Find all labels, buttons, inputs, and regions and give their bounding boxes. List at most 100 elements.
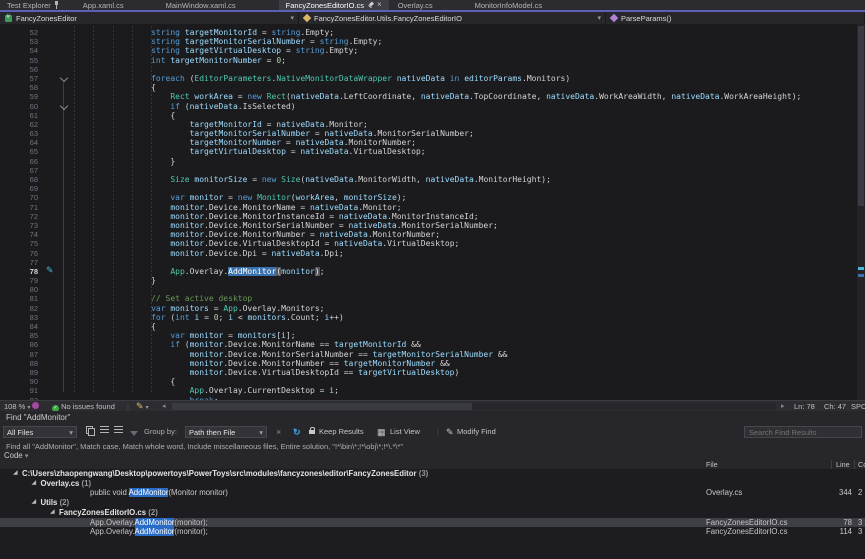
code-line[interactable]: 63 targetMonitorSerialNumber = nativeDat… <box>0 129 857 138</box>
code-line[interactable]: 87 monitor.Device.MonitorSerialNumber ==… <box>0 350 857 359</box>
code-line[interactable]: 77 <box>0 258 857 267</box>
member-dropdown[interactable]: ParseParams() <box>606 12 865 24</box>
code-text: targetVirtualDesktop = nativeData.Virtua… <box>74 147 426 156</box>
code-line[interactable]: 52 string targetMonitorId = string.Empty… <box>0 28 857 37</box>
keep-results-toggle[interactable] <box>308 426 316 438</box>
type-dropdown[interactable]: FancyZonesEditor.Utils.FancyZonesEditorI… <box>299 12 606 24</box>
list-view-label[interactable]: List View <box>390 426 420 438</box>
tree-expand-icon[interactable]: ◢ <box>32 498 37 508</box>
result-group-row[interactable]: ◢Overlay.cs (1) <box>0 479 865 489</box>
health-indicator[interactable]: ✓ No issues found <box>52 402 115 411</box>
line-number: 65 <box>0 147 38 156</box>
project-dropdown[interactable]: FancyZonesEditor ▾ <box>0 12 299 24</box>
status-indicator-icon[interactable] <box>32 402 39 411</box>
code-line[interactable]: 71 monitor.Device.MonitorName = nativeDa… <box>0 203 857 212</box>
modify-find-label[interactable]: Modify Find <box>457 426 496 438</box>
code-line[interactable]: 58 { <box>0 83 857 92</box>
search-find-results-input[interactable] <box>744 426 862 438</box>
find-result-row[interactable]: App.Overlay.AddMonitor(monitor);FancyZon… <box>0 518 865 528</box>
code-line[interactable]: 69 <box>0 184 857 193</box>
code-line[interactable]: 53 string targetMonitorSerialNumber = st… <box>0 37 857 46</box>
column-divider[interactable] <box>831 460 832 469</box>
find-result-row[interactable]: App.Overlay.AddMonitor(monitor);FancyZon… <box>0 527 865 537</box>
column-header-line[interactable]: Line <box>836 460 850 469</box>
group-by-dropdown[interactable]: ▾Path then File <box>185 426 267 438</box>
scope-dropdown[interactable]: ▾All Files <box>3 426 77 438</box>
code-line[interactable]: 56 <box>0 65 857 74</box>
code-line[interactable]: 73 monitor.Device.MonitorSerialNumber = … <box>0 221 857 230</box>
scroll-right-arrow[interactable]: ▸ <box>781 402 785 411</box>
column-divider[interactable] <box>854 460 855 469</box>
pin-icon[interactable] <box>367 2 374 9</box>
code-line[interactable]: 78 App.Overlay.AddMonitor(monitor); <box>0 267 857 276</box>
result-group-row[interactable]: ◢C:\Users\zhaopengwang\Desktop\powertoys… <box>0 469 865 479</box>
code-line[interactable]: 65 targetVirtualDesktop = nativeData.Vir… <box>0 147 857 156</box>
edit-marker-icon[interactable]: ✎ <box>46 266 54 275</box>
code-line[interactable]: 67 <box>0 166 857 175</box>
code-line[interactable]: 55 int targetMonitorNumber = 0; <box>0 56 857 65</box>
horizontal-scrollbar[interactable] <box>172 403 776 410</box>
tab-app-xaml-cs[interactable]: App.xaml.cs <box>76 0 131 10</box>
pin-icon[interactable] <box>54 1 59 9</box>
code-line[interactable]: 61 { <box>0 111 857 120</box>
list-view-button[interactable]: ▦ <box>377 426 386 438</box>
code-line[interactable]: 81 // Set active desktop <box>0 294 857 303</box>
code-line[interactable]: 90 { <box>0 377 857 386</box>
code-cleanup-button[interactable]: ✎ ▾ <box>136 402 149 411</box>
code-line[interactable]: 54 string targetVirtualDesktop = string.… <box>0 46 857 55</box>
code-line[interactable]: 60 if (nativeData.IsSelected) <box>0 102 857 111</box>
code-line[interactable]: 89 monitor.Device.VirtualDesktopId == ta… <box>0 368 857 377</box>
column-header-col[interactable]: Col <box>858 460 865 469</box>
code-line[interactable]: 80 <box>0 285 857 294</box>
code-line[interactable]: 86 if (monitor.Device.MonitorName == tar… <box>0 340 857 349</box>
result-group-row[interactable]: ◢Utils (2) <box>0 498 865 508</box>
tab-overlay-cs[interactable]: Overlay.cs <box>391 0 440 10</box>
scrollbar-thumb[interactable] <box>172 403 472 410</box>
code-line[interactable]: 57 foreach (EditorParameters.NativeMonit… <box>0 74 857 83</box>
modify-find-button[interactable]: ✎ <box>446 426 454 438</box>
tree-expand-icon[interactable]: ◢ <box>50 508 55 518</box>
keep-results-label[interactable]: Keep Results <box>319 426 364 438</box>
code-line[interactable]: 59 Rect workArea = new Rect(nativeData.L… <box>0 92 857 101</box>
code-line[interactable]: 62 targetMonitorId = nativeData.Monitor; <box>0 120 857 129</box>
code-line[interactable]: 64 targetMonitorNumber = nativeData.Moni… <box>0 138 857 147</box>
vertical-scrollbar[interactable] <box>857 24 865 400</box>
code-line[interactable]: 85 var monitor = monitors[i]; <box>0 331 857 340</box>
code-line[interactable]: 72 monitor.Device.MonitorInstanceId = na… <box>0 212 857 221</box>
scroll-left-arrow[interactable]: ◂ <box>162 402 166 411</box>
tab-fancyzoneseditorio-cs[interactable]: FancyZonesEditorIO.cs× <box>279 0 389 10</box>
code-editor[interactable]: 52 string targetMonitorId = string.Empty… <box>0 24 865 400</box>
code-line[interactable]: 84 { <box>0 322 857 331</box>
code-line[interactable]: 83 for (int i = 0; i < monitors.Count; i… <box>0 313 857 322</box>
result-group-row[interactable]: ◢FancyZonesEditorIO.cs (2) <box>0 508 865 518</box>
column-header-file[interactable]: File <box>706 460 718 469</box>
code-line[interactable]: 66 } <box>0 157 857 166</box>
filter-button[interactable] <box>130 428 138 440</box>
code-line[interactable]: 68 Size monitorSize = new Size(nativeDat… <box>0 175 857 184</box>
code-line[interactable]: 79 } <box>0 276 857 285</box>
zoom-control[interactable]: 108 % ▾ <box>4 402 30 411</box>
code-line[interactable]: 91 App.Overlay.CurrentDesktop = i; <box>0 386 857 395</box>
code-group-header[interactable]: Code ▾ <box>4 451 28 460</box>
expand-all-button[interactable] <box>114 426 123 438</box>
tree-expand-icon[interactable]: ◢ <box>13 469 18 479</box>
copy-results-button[interactable] <box>86 426 94 438</box>
tab-test-explorer[interactable]: Test Explorer <box>0 0 66 10</box>
result-line: 344 <box>828 488 852 498</box>
line-number: 53 <box>0 37 38 46</box>
collapse-all-button[interactable] <box>100 426 109 438</box>
scrollbar-thumb[interactable] <box>858 26 864 206</box>
clear-results-button[interactable]: × <box>276 426 281 438</box>
code-line[interactable]: 70 var monitor = new Monitor(workArea, m… <box>0 193 857 202</box>
tab-monitorinfomodel-cs[interactable]: MonitorInfoModel.cs <box>468 0 550 10</box>
close-icon[interactable]: × <box>377 1 382 9</box>
find-result-row[interactable]: public void AddMonitor(Monitor monitor)O… <box>0 488 865 498</box>
tree-expand-icon[interactable]: ◢ <box>32 479 37 489</box>
code-line[interactable]: 88 monitor.Device.MonitorNumber == targe… <box>0 359 857 368</box>
code-line[interactable]: 75 monitor.Device.VirtualDesktopId = nat… <box>0 239 857 248</box>
code-line[interactable]: 76 monitor.Device.Dpi = nativeData.Dpi; <box>0 249 857 258</box>
tab-mainwindow-xaml-cs[interactable]: MainWindow.xaml.cs <box>159 0 243 10</box>
code-line[interactable]: 74 monitor.Device.MonitorNumber = native… <box>0 230 857 239</box>
refresh-button[interactable]: ↻ <box>293 426 301 438</box>
code-line[interactable]: 82 var monitors = App.Overlay.Monitors; <box>0 304 857 313</box>
